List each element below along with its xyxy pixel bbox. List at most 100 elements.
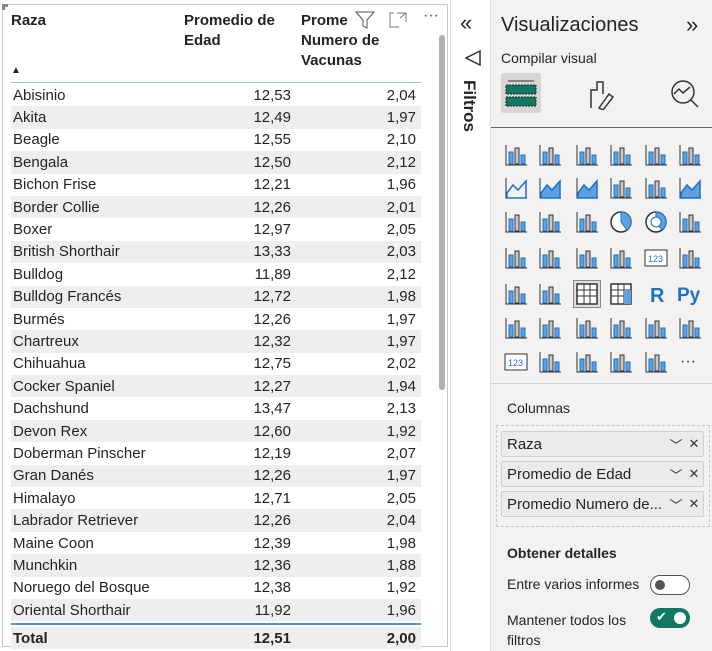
table-row[interactable]: Bulldog Francés 12,72 1,98 [11, 285, 421, 308]
clustered-bar-icon[interactable] [574, 142, 600, 168]
remove-field-icon[interactable]: ✕ [685, 496, 703, 512]
table-row[interactable]: Labrador Retriever 12,26 2,04 [11, 509, 421, 532]
keep-filters-toggle[interactable]: ✔ [650, 608, 690, 628]
table-row[interactable]: Bichon Frise 12,21 1,96 [11, 174, 421, 196]
table-row[interactable]: Border Collie 12,26 2,01 [11, 195, 421, 219]
line-clustered-column-icon[interactable] [608, 175, 634, 201]
table-icon[interactable] [573, 280, 601, 308]
treemap-icon[interactable] [677, 209, 703, 235]
funnel-icon[interactable] [537, 209, 563, 235]
line-stacked-column-icon[interactable] [643, 175, 669, 201]
power-apps-icon[interactable] [608, 349, 634, 375]
table-row[interactable]: Doberman Pinscher 12,19 2,07 [11, 442, 421, 464]
remove-field-icon[interactable]: ✕ [685, 436, 703, 452]
stacked-column-icon[interactable] [537, 142, 563, 168]
qa-icon[interactable] [574, 315, 600, 341]
kpi-icon[interactable] [503, 281, 529, 307]
decomposition-tree-icon[interactable] [537, 315, 563, 341]
stacked-area-icon[interactable] [574, 175, 600, 201]
metrics-icon[interactable] [643, 315, 669, 341]
table-row[interactable]: Devon Rex 12,60 1,92 [11, 419, 421, 443]
azure-map-icon[interactable] [574, 245, 600, 271]
cell-edad: 12,26 [253, 467, 291, 485]
resize-handle[interactable] [2, 4, 8, 10]
column-header-raza[interactable]: Raza [11, 11, 46, 31]
r-visual-icon[interactable]: R [643, 281, 669, 307]
table-row[interactable]: Munchkin 12,36 1,88 [11, 554, 421, 577]
table-row[interactable]: Noruego del Bosque 12,38 1,92 [11, 577, 421, 599]
ribbon-icon[interactable] [677, 175, 703, 201]
power-apps-card-icon[interactable]: 123 [503, 349, 529, 375]
filters-pane-collapsed[interactable]: « Filtros [450, 0, 490, 651]
multi-row-card-icon[interactable] [677, 245, 703, 271]
column-header-vacunas[interactable]: Prome Numero de Vacunas [301, 11, 396, 71]
table-row[interactable]: Chartreux 12,32 1,97 [11, 330, 421, 353]
scatter-icon[interactable] [574, 209, 600, 235]
more-icon[interactable]: ··· [677, 349, 703, 375]
table-row[interactable]: Abisinio 12,53 2,04 [11, 84, 421, 106]
expand-filters-icon[interactable]: « [460, 10, 472, 36]
slicer-icon[interactable] [537, 281, 563, 307]
table-row[interactable]: Boxer 12,97 2,05 [11, 218, 421, 240]
card-icon[interactable]: 123 [643, 245, 669, 271]
table-row[interactable]: Cocker Spaniel 12,27 1,94 [11, 375, 421, 398]
cell-vacunas: 1,97 [386, 332, 416, 350]
line-icon[interactable] [503, 175, 529, 201]
gauge-icon[interactable] [608, 245, 634, 271]
cell-raza: Maine Coon [13, 534, 94, 552]
table-row[interactable]: Himalayo 12,71 2,05 [11, 487, 421, 509]
100-stacked-column-icon[interactable] [677, 142, 703, 168]
filters-label[interactable]: Filtros [459, 80, 479, 132]
focus-mode-icon[interactable] [389, 12, 407, 28]
remove-field-icon[interactable]: ✕ [685, 466, 703, 482]
filled-map-icon[interactable] [537, 245, 563, 271]
field-pill[interactable]: Promedio de Edad ﹀ ✕ [501, 461, 704, 487]
clustered-column-icon[interactable] [608, 142, 634, 168]
table-row[interactable]: British Shorthair 13,33 2,03 [11, 240, 421, 264]
power-automate-icon[interactable] [643, 349, 669, 375]
more-options-icon[interactable]: ··· [423, 7, 439, 25]
vertical-scrollbar[interactable] [439, 35, 445, 390]
waterfall-icon[interactable] [503, 209, 529, 235]
paginated-report-icon[interactable] [677, 315, 703, 341]
area-icon[interactable] [537, 175, 563, 201]
python-visual-icon[interactable]: Py [677, 281, 703, 307]
matrix-icon[interactable] [608, 281, 634, 307]
chevron-down-icon[interactable]: ﹀ [667, 465, 685, 484]
table-row[interactable]: Oriental Shorthair 11,92 1,96 [11, 598, 421, 622]
field-pill[interactable]: Raza ﹀ ✕ [501, 431, 704, 457]
table-row[interactable]: Akita 12,49 1,97 [11, 106, 421, 129]
stacked-bar-icon[interactable] [503, 142, 529, 168]
table-row[interactable]: Maine Coon 12,39 1,98 [11, 532, 421, 554]
pie-icon[interactable] [608, 209, 634, 235]
column-header-edad[interactable]: Promedio de Edad [184, 11, 289, 51]
key-influencers-icon[interactable] [503, 315, 529, 341]
filter-icon[interactable] [355, 11, 375, 29]
collapse-pane-icon[interactable]: » [686, 12, 698, 38]
field-pill[interactable]: Promedio Numero de... ﹀ ✕ [501, 491, 704, 517]
cell-raza: Himalayo [13, 489, 76, 507]
table-row[interactable]: Beagle 12,55 2,10 [11, 129, 421, 151]
format-visual-icon[interactable] [587, 78, 617, 110]
table-visual[interactable]: Raza ▲ Promedio de Edad Prome Numero de V… [2, 4, 448, 650]
table-row[interactable]: Bulldog 11,89 2,12 [11, 263, 421, 285]
cell-vacunas: 1,94 [386, 377, 416, 395]
chevron-down-icon[interactable]: ﹀ [667, 435, 685, 454]
cross-report-toggle[interactable] [650, 575, 690, 595]
donut-icon[interactable] [643, 209, 669, 235]
table-row[interactable]: Bengala 12,50 2,12 [11, 151, 421, 174]
arcgis-map-icon[interactable] [574, 349, 600, 375]
power-apps-slicer-icon[interactable] [537, 349, 563, 375]
cell-edad: 12,19 [253, 444, 291, 462]
build-visual-tab[interactable] [501, 73, 541, 113]
table-row[interactable]: Burmés 12,26 1,97 [11, 308, 421, 330]
cell-edad: 12,32 [253, 332, 291, 350]
table-row[interactable]: Dachshund 13,47 2,13 [11, 397, 421, 419]
map-icon[interactable] [503, 245, 529, 271]
chevron-down-icon[interactable]: ﹀ [667, 495, 685, 514]
100-stacked-bar-icon[interactable] [643, 142, 669, 168]
table-row[interactable]: Chihuahua 12,75 2,02 [11, 353, 421, 375]
analytics-icon[interactable] [669, 78, 701, 110]
table-row[interactable]: Gran Danés 12,26 1,97 [11, 464, 421, 488]
smart-narrative-icon[interactable] [608, 315, 634, 341]
